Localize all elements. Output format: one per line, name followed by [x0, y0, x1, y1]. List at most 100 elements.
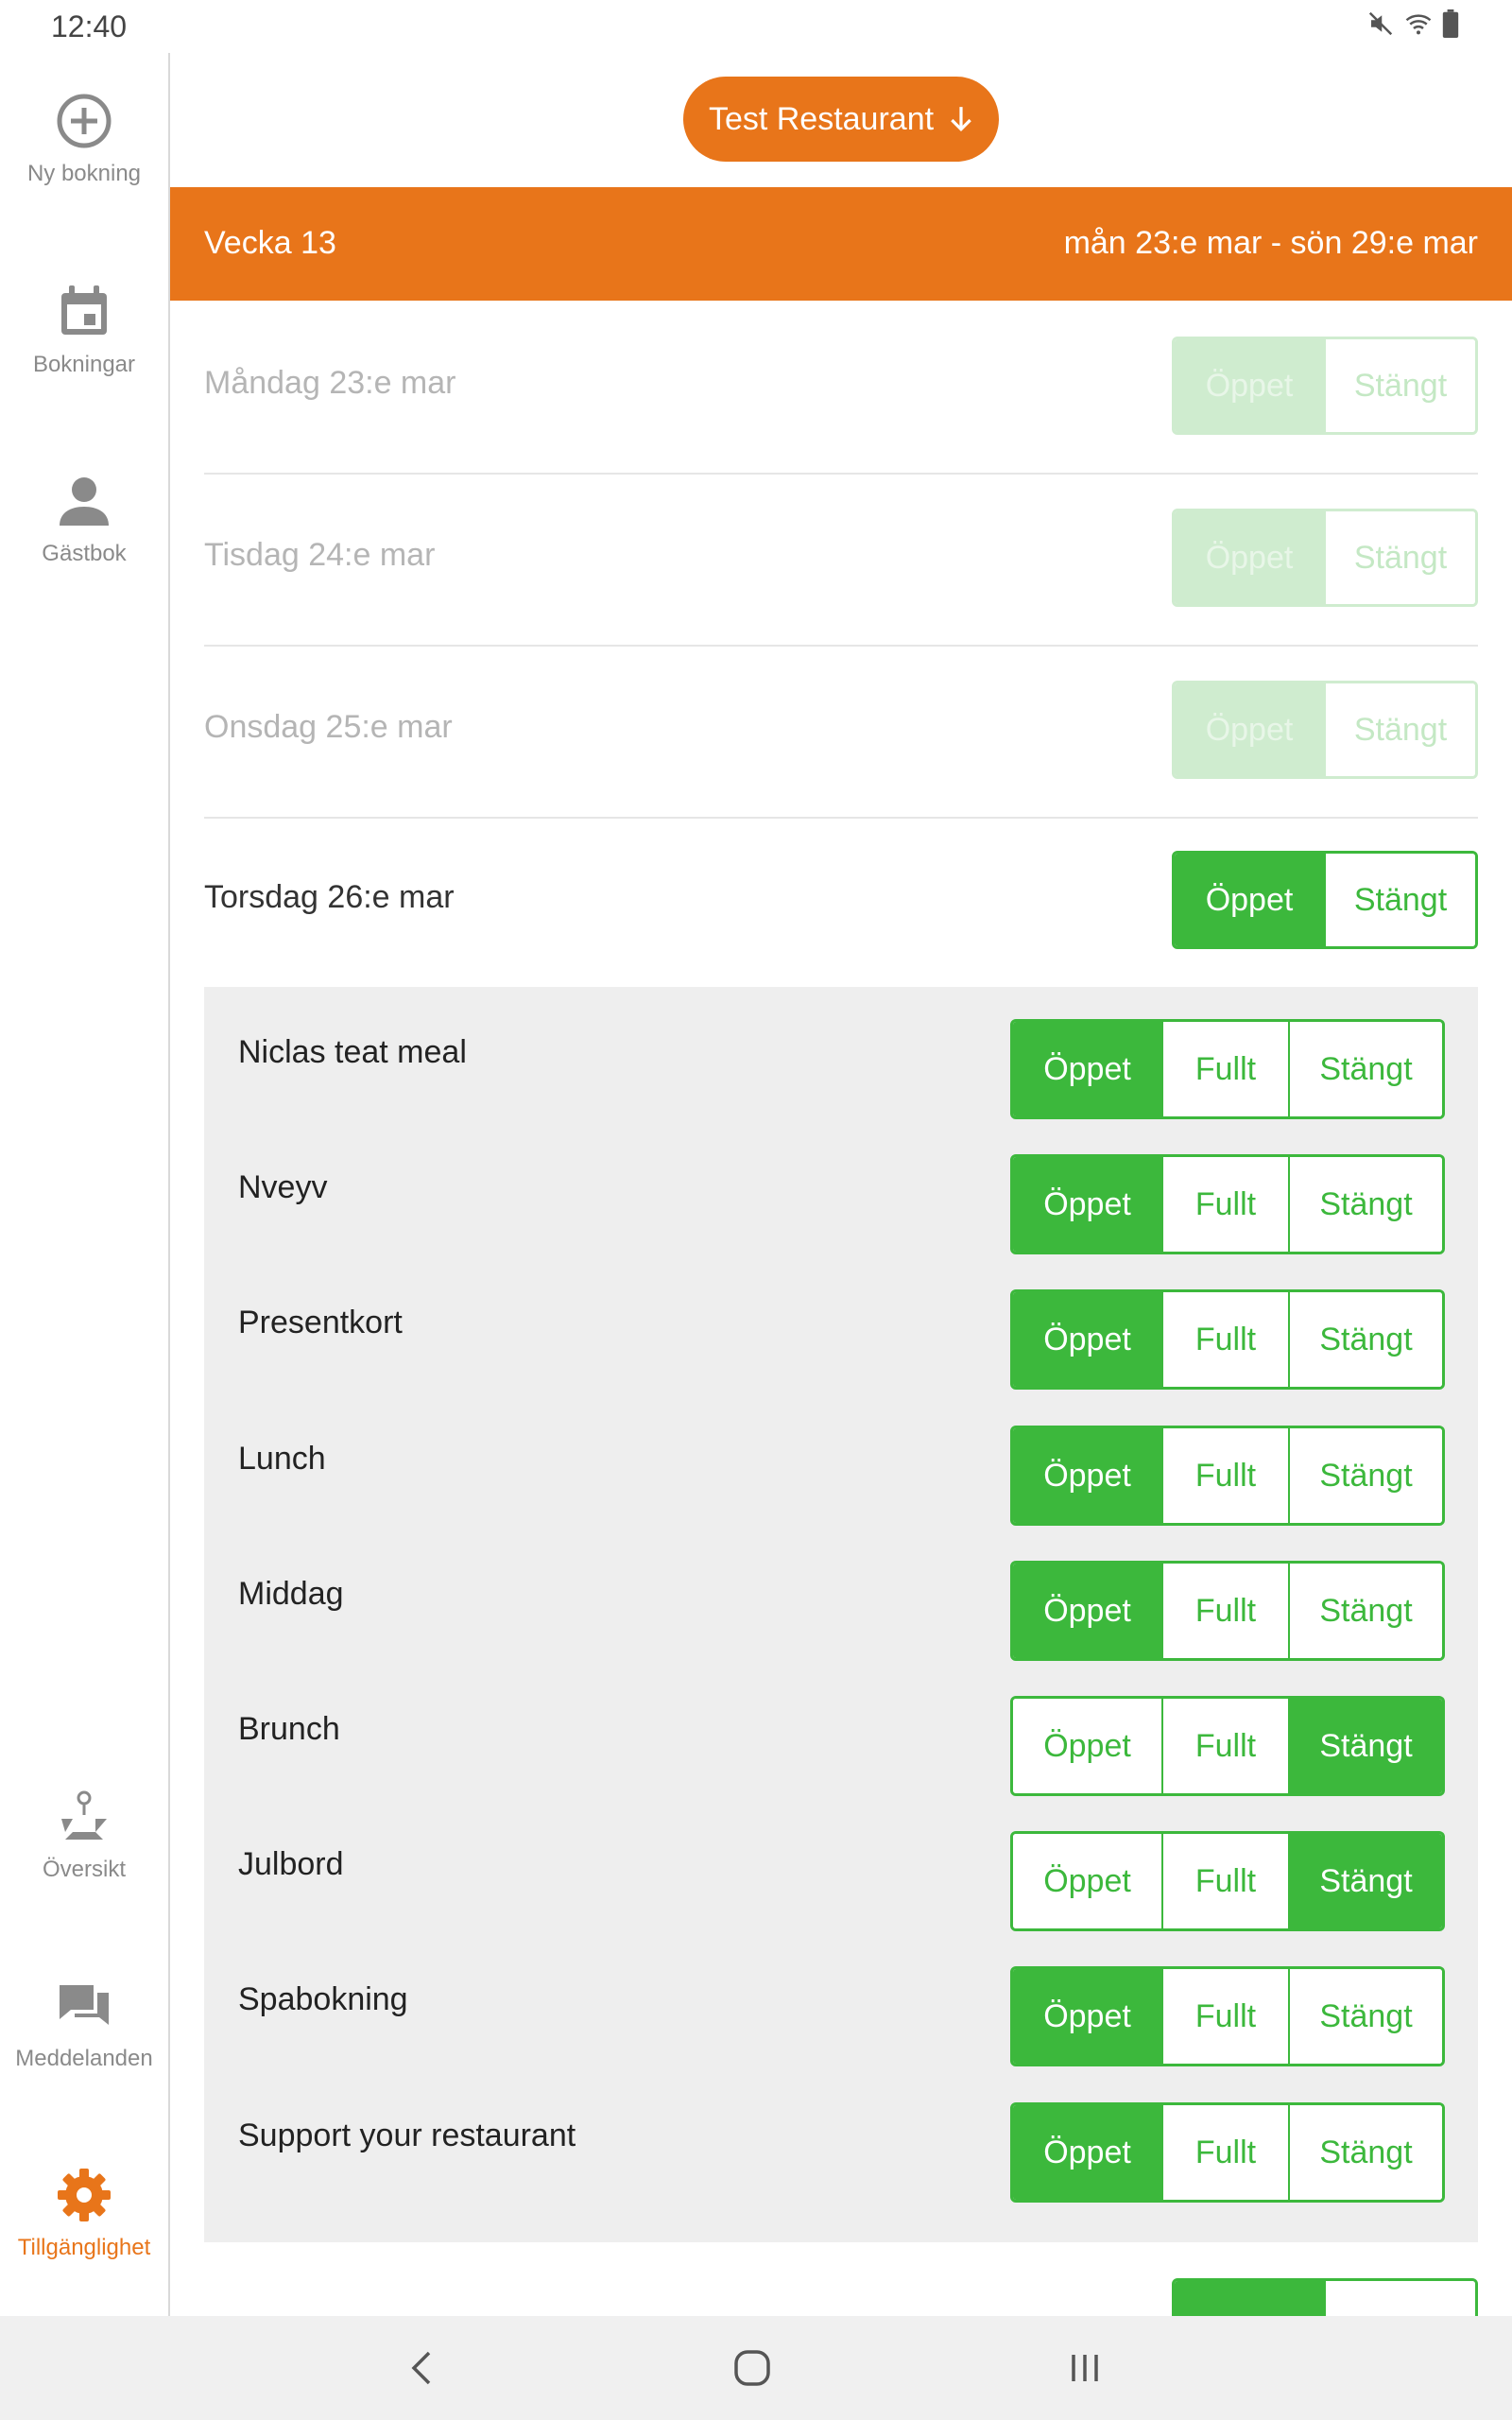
open-option[interactable]: Öppet [1013, 2105, 1161, 2200]
recents-icon [1072, 2355, 1098, 2381]
header: Test Restaurant [170, 53, 1512, 187]
closed-option[interactable]: Stängt [1288, 1022, 1442, 1116]
service-row: Nveyv Öppet Fullt Stängt [204, 1122, 1478, 1257]
closed-option[interactable] [1324, 2281, 1475, 2316]
day-label: Tisdag 24:e mar [204, 537, 436, 573]
closed-option[interactable]: Stängt [1288, 1834, 1442, 1928]
sidebar-item-meddelanden[interactable]: Meddelanden [0, 1976, 168, 2072]
home-icon [734, 2350, 770, 2386]
open-option[interactable]: Öppet [1175, 683, 1324, 776]
service-label: Nveyv [238, 1169, 328, 1205]
day-availability-toggle: Öppet Stängt [1172, 509, 1478, 607]
open-option[interactable]: Öppet [1013, 1157, 1161, 1252]
status-time: 12:40 [51, 9, 128, 43]
full-option[interactable]: Fullt [1161, 1022, 1288, 1116]
sidebar-item-tillganglighet[interactable]: Tillgänglighet [0, 2165, 168, 2261]
day-label: Måndag 23:e mar [204, 365, 456, 401]
day-row-wednesday: Onsdag 25:e mar Öppet Stängt [204, 647, 1478, 819]
week-range: mån 23:e mar - sön 29:e mar [1063, 225, 1478, 261]
chat-icon [60, 1985, 109, 2025]
service-label: Niclas teat meal [238, 1034, 467, 1070]
full-option[interactable]: Fullt [1161, 1428, 1288, 1523]
open-option[interactable] [1175, 2281, 1324, 2316]
full-option[interactable]: Fullt [1161, 1564, 1288, 1658]
open-option[interactable]: Öppet [1013, 1564, 1161, 1658]
service-availability-toggle: Öppet Fullt Stängt [1010, 1019, 1445, 1119]
plus-circle-icon [57, 94, 112, 148]
service-availability-toggle: Öppet Fullt Stängt [1010, 1426, 1445, 1526]
week-header: Vecka 13 mån 23:e mar - sön 29:e mar [170, 187, 1512, 301]
sidebar-item-label: Tillgänglighet [17, 2235, 151, 2260]
open-option[interactable]: Öppet [1175, 511, 1324, 604]
full-option[interactable]: Fullt [1161, 1292, 1288, 1387]
sidebar-item-label: Översikt [42, 1857, 126, 1882]
battery-icon [1442, 9, 1459, 38]
full-option[interactable]: Fullt [1161, 1157, 1288, 1252]
service-label: Julbord [238, 1846, 344, 1882]
system-nav-bar [0, 2316, 1512, 2420]
service-availability-toggle: Öppet Fullt Stängt [1010, 1289, 1445, 1390]
closed-option[interactable]: Stängt [1324, 854, 1475, 946]
back-icon [411, 2351, 431, 2385]
mute-icon [1368, 11, 1393, 36]
service-availability-toggle: Öppet Fullt Stängt [1010, 1696, 1445, 1796]
restaurant-selector-button[interactable]: Test Restaurant [683, 77, 999, 162]
closed-option[interactable]: Stängt [1324, 339, 1475, 432]
full-option[interactable]: Fullt [1161, 1969, 1288, 2064]
closed-option[interactable]: Stängt [1288, 2105, 1442, 2200]
sidebar-item-oversikt[interactable]: Översikt [0, 1787, 168, 1883]
closed-option[interactable]: Stängt [1288, 1428, 1442, 1523]
day-label: Onsdag 25:e mar [204, 709, 453, 745]
sidebar-item-bokningar[interactable]: Bokningar [0, 282, 168, 378]
sidebar-item-label: Bokningar [32, 352, 136, 377]
open-option[interactable]: Öppet [1175, 339, 1324, 432]
recents-button[interactable] [1057, 2344, 1113, 2392]
day-availability-toggle: Öppet Stängt [1172, 337, 1478, 435]
open-option[interactable]: Öppet [1013, 1969, 1161, 2064]
service-label: Brunch [238, 1711, 340, 1747]
service-label: Spabokning [238, 1981, 408, 2017]
full-option[interactable]: Fullt [1161, 1699, 1288, 1793]
open-option[interactable]: Öppet [1013, 1292, 1161, 1387]
service-row: Niclas teat meal Öppet Fullt Stängt [204, 987, 1478, 1122]
back-button[interactable] [393, 2344, 450, 2392]
service-availability-toggle: Öppet Fullt Stängt [1010, 1154, 1445, 1254]
home-button[interactable] [724, 2344, 781, 2392]
day-row-tuesday: Tisdag 24:e mar Öppet Stängt [204, 475, 1478, 647]
service-panel: Niclas teat meal Öppet Fullt Stängt Nvey… [204, 987, 1478, 2242]
closed-option[interactable]: Stängt [1324, 511, 1475, 604]
service-row: Support your restaurant Öppet Fullt Stän… [204, 2070, 1478, 2205]
day-availability-toggle: Öppet Stängt [1172, 851, 1478, 949]
full-option[interactable]: Fullt [1161, 1834, 1288, 1928]
closed-option[interactable]: Stängt [1288, 1157, 1442, 1252]
sidebar-item-label: Ny bokning [26, 161, 142, 186]
open-option[interactable]: Öppet [1013, 1022, 1161, 1116]
closed-option[interactable]: Stängt [1288, 1564, 1442, 1658]
sidebar-item-gastbok[interactable]: Gästbok [0, 471, 168, 567]
arrow-down-icon [951, 107, 971, 131]
open-option[interactable]: Öppet [1013, 1428, 1161, 1523]
service-label: Presentkort [238, 1305, 403, 1340]
closed-option[interactable]: Stängt [1288, 1292, 1442, 1387]
full-option[interactable]: Fullt [1161, 2105, 1288, 2200]
service-row: Brunch Öppet Fullt Stängt [204, 1664, 1478, 1799]
day-row-monday: Måndag 23:e mar Öppet Stängt [204, 302, 1478, 475]
sidebar-item-ny-bokning[interactable]: Ny bokning [0, 91, 168, 187]
closed-option[interactable]: Stängt [1288, 1699, 1442, 1793]
day-row-friday-partial [204, 2259, 1478, 2316]
closed-option[interactable]: Stängt [1324, 683, 1475, 776]
week-label: Vecka 13 [204, 225, 336, 261]
day-availability-toggle[interactable] [1172, 2278, 1478, 2316]
open-option[interactable]: Öppet [1013, 1699, 1161, 1793]
service-label: Middag [238, 1576, 344, 1612]
status-bar: 12:40 [0, 0, 1512, 53]
service-availability-toggle: Öppet Fullt Stängt [1010, 1966, 1445, 2066]
calendar-icon [61, 285, 107, 335]
closed-option[interactable]: Stängt [1288, 1969, 1442, 2064]
open-option[interactable]: Öppet [1175, 854, 1324, 946]
service-availability-toggle: Öppet Fullt Stängt [1010, 1561, 1445, 1661]
status-icons [1366, 9, 1459, 38]
service-availability-toggle: Öppet Fullt Stängt [1010, 1831, 1445, 1931]
service-availability-toggle: Öppet Fullt Stängt [1010, 2102, 1445, 2203]
open-option[interactable]: Öppet [1013, 1834, 1161, 1928]
